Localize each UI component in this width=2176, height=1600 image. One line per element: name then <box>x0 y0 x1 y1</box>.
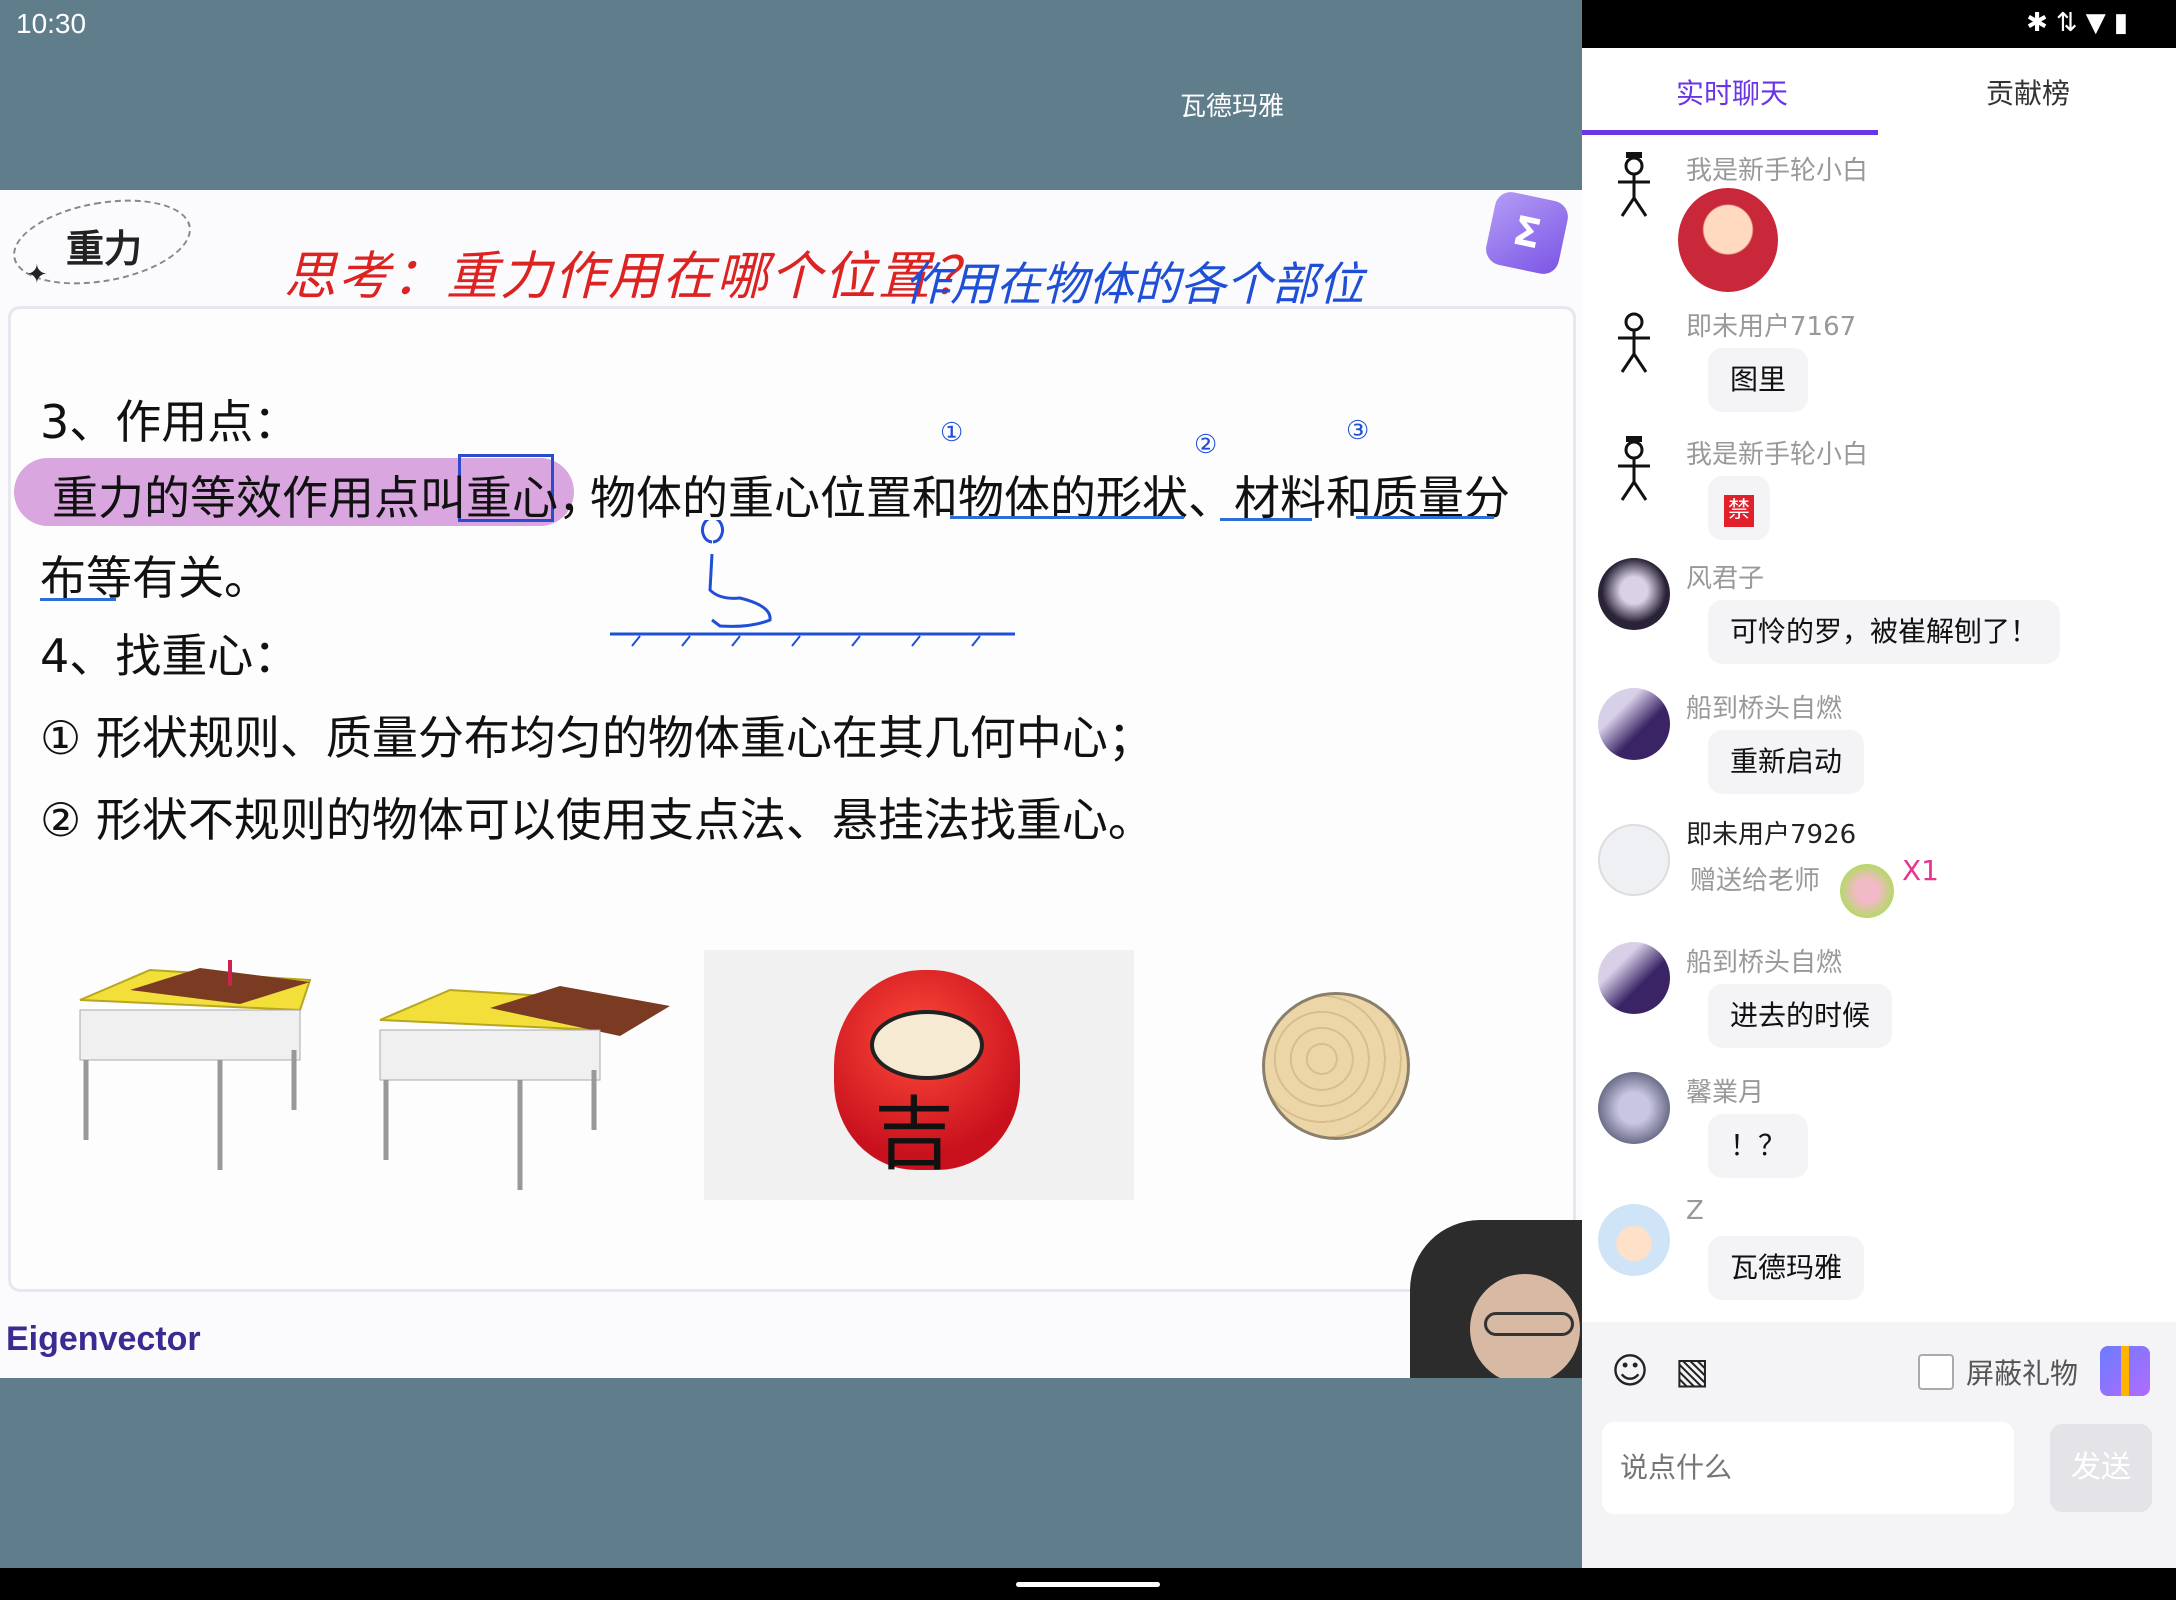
tab-indicator <box>1582 130 1878 135</box>
room-title: 瓦德玛雅 <box>1180 92 1285 122</box>
handwriting-answer: 作用在物体的各个部位 <box>904 257 1364 311</box>
avatar[interactable] <box>1598 824 1670 896</box>
emoji-icon[interactable]: ☺ <box>1608 1350 1652 1394</box>
message-bubble: 重新启动 <box>1708 730 1865 794</box>
sparkle-icon: ✦ <box>26 260 48 290</box>
sigma-logo-icon: Σ <box>1483 190 1571 277</box>
block-gifts-checkbox[interactable] <box>1918 1354 1954 1390</box>
point3-highlight-text: 重力的等效作用点叫重心， <box>52 471 604 525</box>
gift-icon[interactable] <box>2100 1346 2150 1396</box>
message-bubble: 图里 <box>1708 348 1809 412</box>
avatar[interactable] <box>1598 1072 1670 1144</box>
avatar[interactable] <box>1598 1204 1670 1276</box>
wifi-icon: ▼ <box>2085 8 2114 38</box>
avatar[interactable] <box>1598 688 1670 760</box>
avatar[interactable] <box>1598 434 1670 506</box>
desk-image-2 <box>379 986 670 1190</box>
message-nick: 船到桥头自燃 <box>1686 694 1843 724</box>
signal-icon: ⇅ <box>2055 8 2086 38</box>
forbidden-emoji: 禁 <box>1724 495 1755 527</box>
status-time: 10:30 <box>16 8 87 39</box>
annotation-2: ② <box>1194 430 1218 460</box>
annotation-1: ① <box>940 418 964 448</box>
underline-4 <box>40 598 116 601</box>
wood-disc-image <box>1262 992 1410 1140</box>
send-button[interactable]: 发送 <box>2050 1424 2152 1512</box>
underline-1 <box>950 516 1184 519</box>
message-bubble: 进去的时候 <box>1708 984 1893 1048</box>
point4-item1: ① 形状规则、质量分布均匀的物体重心在其几何中心； <box>40 711 1154 765</box>
app-root: 10:30 瓦德玛雅 重力 ✦ 思考：重力作用在哪个位置？ 作用在物体的各个部位… <box>0 0 2176 1600</box>
underline-3 <box>1356 516 1494 519</box>
daruma-body: 吉 <box>834 970 1020 1181</box>
gift-image <box>1840 864 1894 918</box>
avatar[interactable] <box>1598 558 1670 630</box>
gift-ribbon <box>2121 1346 2129 1396</box>
navigation-bar <box>0 1568 2176 1600</box>
teacher-camera <box>1410 1220 1582 1378</box>
stick-figure-icon <box>1618 436 1650 501</box>
daruma-image: 吉 <box>704 950 1134 1200</box>
tab-contribution[interactable]: 贡献榜 <box>1986 72 2070 112</box>
battery-icon: ▮ <box>2113 8 2136 38</box>
point4-title: 4、找重心： <box>40 629 300 683</box>
glasses-icon <box>1484 1312 1574 1336</box>
sketch-drawing <box>610 520 1015 647</box>
bluetooth-icon: ✱ <box>2026 8 2056 38</box>
topic-tag: 重力 <box>66 227 143 271</box>
video-area[interactable]: 10:30 瓦德玛雅 重力 ✦ 思考：重力作用在哪个位置？ 作用在物体的各个部位… <box>0 0 1582 1568</box>
chat-input-area: ☺ ▧ 屏蔽礼物 发送 <box>1582 1322 2176 1568</box>
message-nick: Z <box>1686 1196 1704 1226</box>
block-gifts-label: 屏蔽礼物 <box>1966 1357 2079 1390</box>
annotation-3: ③ <box>1346 416 1370 446</box>
tab-live-chat[interactable]: 实时聊天 <box>1676 72 1788 112</box>
home-gesture-handle[interactable] <box>1016 1582 1160 1587</box>
message-nick: 馨業月 <box>1686 1078 1765 1108</box>
chat-panel: ✱⇅▼▮ 实时聊天 贡献榜 我是新手轮小白 即未用户7167 图里 我是新手轮小… <box>1582 0 2176 1568</box>
message-nick: 即未用户7167 <box>1686 312 1857 342</box>
message-bubble: 可怜的罗，被崔解刨了！ <box>1708 600 2061 664</box>
avatar[interactable] <box>1598 306 1670 378</box>
avatar[interactable] <box>1598 150 1670 222</box>
slide: 重力 ✦ 思考：重力作用在哪个位置？ 作用在物体的各个部位 Σ 3、作用点： 重… <box>0 190 1582 1378</box>
message-nick: 即未用户7926 <box>1686 820 1857 850</box>
stick-figure-icon <box>1618 312 1650 373</box>
handwriting-question: 思考：重力作用在哪个位置？ <box>284 247 987 307</box>
point3-title: 3、作用点： <box>40 395 300 449</box>
chat-tabs: 实时聊天 贡献榜 <box>1582 48 2176 134</box>
stick-figure-icon <box>1618 152 1650 217</box>
sticker-image <box>1678 188 1778 292</box>
message-nick: 船到桥头自燃 <box>1686 948 1843 978</box>
status-icons: ✱⇅▼▮ <box>2026 8 2136 38</box>
eigenvector-logo: Eigenvector <box>6 1320 201 1358</box>
message-bubble: 禁 <box>1708 476 1771 540</box>
message-bubble: 瓦德玛雅 <box>1708 1236 1865 1300</box>
underline-2 <box>1220 518 1312 521</box>
image-icon[interactable]: ▧ <box>1670 1350 1714 1394</box>
message-input[interactable] <box>1602 1422 2014 1514</box>
desk-image-1 <box>79 960 312 1170</box>
message-nick: 我是新手轮小白 <box>1686 156 1869 186</box>
daruma-char: 吉 <box>874 1088 954 1181</box>
point4-item2: ② 形状不规则的物体可以使用支点法、悬挂法找重心。 <box>40 793 1154 847</box>
message-nick: 我是新手轮小白 <box>1686 440 1869 470</box>
system-status-bar: ✱⇅▼▮ <box>1582 0 2176 48</box>
message-nick: 风君子 <box>1686 564 1765 594</box>
gift-count: X1 <box>1902 854 1939 887</box>
message-bubble: ！？ <box>1708 1114 1809 1178</box>
avatar[interactable] <box>1598 942 1670 1014</box>
gift-text: 赠送给老师 <box>1690 866 1821 896</box>
